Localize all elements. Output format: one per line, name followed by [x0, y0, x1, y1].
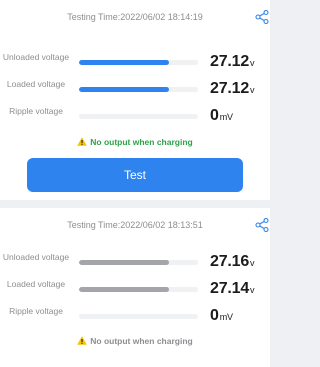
- row-label: Loaded voltage: [6, 279, 66, 289]
- charging-notice: No output when charging: [0, 336, 270, 346]
- share-icon[interactable]: [255, 218, 269, 232]
- level-bar-fill: [79, 60, 170, 65]
- level-bar-fill: [79, 260, 170, 265]
- warning-icon: [77, 137, 88, 146]
- ripple-voltage-row: Ripple voltage 0mV: [0, 104, 270, 130]
- unit-label: mV: [219, 312, 233, 322]
- level-bar: [79, 60, 198, 65]
- unit-label: v: [250, 58, 255, 68]
- voltage-value: 0mV: [210, 107, 233, 124]
- testing-time: Testing Time:2022/06/02 18:14:19: [67, 12, 203, 22]
- level-bar: [79, 87, 198, 92]
- level-bar: [79, 314, 198, 319]
- voltage-value: 27.16v: [210, 253, 255, 270]
- unit-label: v: [250, 285, 255, 295]
- share-icon[interactable]: [255, 10, 269, 24]
- row-label: Ripple voltage: [9, 106, 63, 116]
- unit-label: mV: [219, 112, 233, 122]
- test-result-card: Testing Time:2022/06/02 18:14:19 Unloade…: [0, 0, 270, 200]
- row-label: Unloaded voltage: [2, 52, 70, 62]
- level-bar-fill: [79, 287, 170, 292]
- level-bar: [79, 260, 198, 265]
- test-result-card: Testing Time:2022/06/02 18:13:51 Unloade…: [0, 208, 270, 367]
- level-bar: [79, 287, 198, 292]
- unit-label: v: [250, 258, 255, 268]
- voltage-value: 27.12v: [210, 80, 255, 97]
- row-label: Loaded voltage: [6, 79, 66, 89]
- level-bar: [79, 114, 198, 119]
- voltage-value: 27.12v: [210, 53, 255, 70]
- row-label: Unloaded voltage: [2, 252, 70, 262]
- loaded-voltage-row: Loaded voltage 27.14v: [0, 277, 270, 303]
- row-label: Ripple voltage: [9, 306, 63, 316]
- unloaded-voltage-row: Unloaded voltage 27.16v: [0, 250, 270, 276]
- unloaded-voltage-row: Unloaded voltage 27.12v: [0, 50, 270, 76]
- voltage-value: 27.14v: [210, 280, 255, 297]
- test-button[interactable]: Test: [27, 158, 243, 192]
- testing-time: Testing Time:2022/06/02 18:13:51: [67, 220, 203, 230]
- loaded-voltage-row: Loaded voltage 27.12v: [0, 77, 270, 103]
- voltage-value: 0mV: [210, 307, 233, 324]
- level-bar-fill: [79, 87, 170, 92]
- unit-label: v: [250, 85, 255, 95]
- warning-icon: [77, 336, 88, 345]
- ripple-voltage-row: Ripple voltage 0mV: [0, 304, 270, 330]
- charging-notice: No output when charging: [0, 137, 270, 147]
